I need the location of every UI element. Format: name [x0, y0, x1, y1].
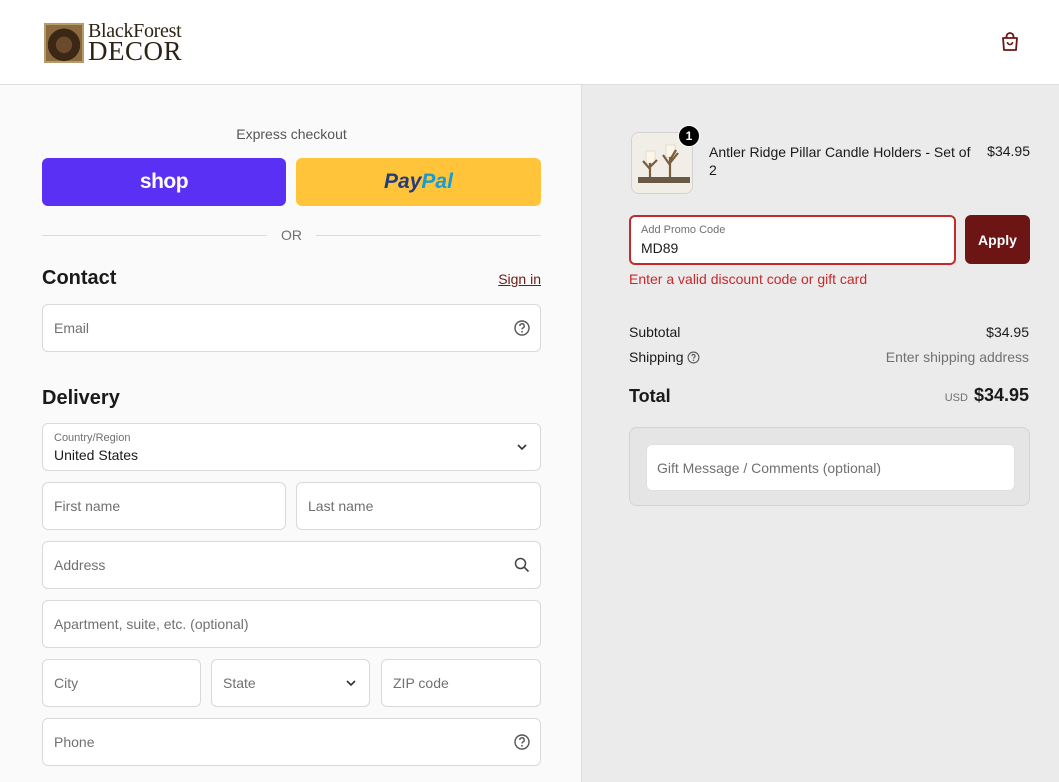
- gift-message-section: Gift Message / Comments (optional): [629, 427, 1030, 506]
- phone-placeholder: Phone: [54, 734, 95, 750]
- zip-code-field[interactable]: ZIP code: [381, 659, 541, 707]
- state-placeholder: State: [223, 675, 256, 691]
- city-field[interactable]: City: [42, 659, 201, 707]
- sign-in-link[interactable]: Sign in: [490, 271, 541, 287]
- currency-code: USD: [944, 392, 968, 404]
- help-icon[interactable]: [687, 351, 700, 364]
- first-name-placeholder: First name: [54, 498, 121, 514]
- paypal-logo-part2: Pal: [421, 170, 453, 193]
- logo-image: [44, 23, 84, 63]
- address-field[interactable]: Address: [42, 541, 541, 589]
- address-placeholder: Address: [54, 557, 106, 573]
- checkout-form-panel: Express checkout shop Pay Pal OR Contact …: [0, 85, 581, 782]
- paypal-button[interactable]: Pay Pal: [296, 158, 541, 206]
- header: BlackForest DECOR: [0, 0, 1059, 85]
- paypal-logo-part1: Pay: [384, 170, 422, 193]
- logo-text: BlackForest DECOR: [88, 21, 182, 65]
- zip-placeholder: ZIP code: [393, 675, 449, 691]
- product-name: Antler Ridge Pillar Candle Holders - Set…: [709, 144, 971, 178]
- search-icon: [514, 557, 530, 573]
- promo-error-message: Enter a valid discount code or gift card: [629, 271, 868, 287]
- brand-logo[interactable]: BlackForest DECOR: [44, 21, 182, 65]
- help-icon[interactable]: [513, 319, 531, 337]
- delivery-heading: Delivery: [42, 387, 120, 409]
- chevron-down-icon: [346, 680, 356, 687]
- total-amount-group: USD $34.95: [945, 385, 1029, 406]
- help-icon[interactable]: [513, 733, 531, 751]
- order-summary-panel: 1 Antler Ridge Pillar Candle Holders - S…: [581, 85, 1059, 782]
- first-name-field[interactable]: First name: [42, 482, 286, 530]
- subtotal-value: $34.95: [986, 324, 1029, 340]
- phone-field[interactable]: Phone: [42, 718, 541, 766]
- state-select[interactable]: State: [211, 659, 370, 707]
- apartment-placeholder: Apartment, suite, etc. (optional): [54, 616, 249, 632]
- promo-code-field[interactable]: Add Promo Code MD89: [629, 215, 956, 265]
- country-label: Country/Region: [54, 432, 131, 444]
- product-price: $34.95: [987, 143, 1030, 159]
- chevron-down-icon: [517, 444, 527, 451]
- shipping-label: Shipping: [629, 349, 684, 365]
- apartment-field[interactable]: Apartment, suite, etc. (optional): [42, 600, 541, 648]
- express-checkout-label: Express checkout: [236, 126, 347, 142]
- total-label: Total: [629, 386, 671, 406]
- gift-message-placeholder: Gift Message / Comments (optional): [657, 460, 882, 476]
- apply-promo-button[interactable]: Apply: [965, 215, 1030, 264]
- country-value: United States: [54, 447, 139, 463]
- quantity-badge: 1: [678, 125, 700, 147]
- gift-message-input[interactable]: Gift Message / Comments (optional): [646, 444, 1015, 491]
- email-field[interactable]: Email: [42, 304, 541, 352]
- last-name-placeholder: Last name: [308, 498, 374, 514]
- shop-pay-button[interactable]: shop: [42, 158, 286, 206]
- or-divider: OR: [42, 226, 541, 244]
- divider-line: [316, 235, 541, 236]
- promo-code-label: Add Promo Code: [641, 224, 726, 236]
- total-value: $34.95: [973, 385, 1029, 405]
- shipping-row: Shipping: [629, 349, 700, 365]
- email-placeholder: Email: [54, 320, 90, 336]
- subtotal-label: Subtotal: [629, 324, 681, 340]
- shopping-bag-icon[interactable]: [999, 31, 1021, 53]
- logo-text-bottom: DECOR: [88, 36, 183, 66]
- contact-heading: Contact: [42, 267, 117, 289]
- city-placeholder: City: [54, 675, 79, 691]
- shipping-value: Enter shipping address: [885, 349, 1029, 365]
- country-region-select[interactable]: Country/Region United States: [42, 423, 541, 471]
- last-name-field[interactable]: Last name: [296, 482, 541, 530]
- promo-code-value: MD89: [641, 240, 679, 256]
